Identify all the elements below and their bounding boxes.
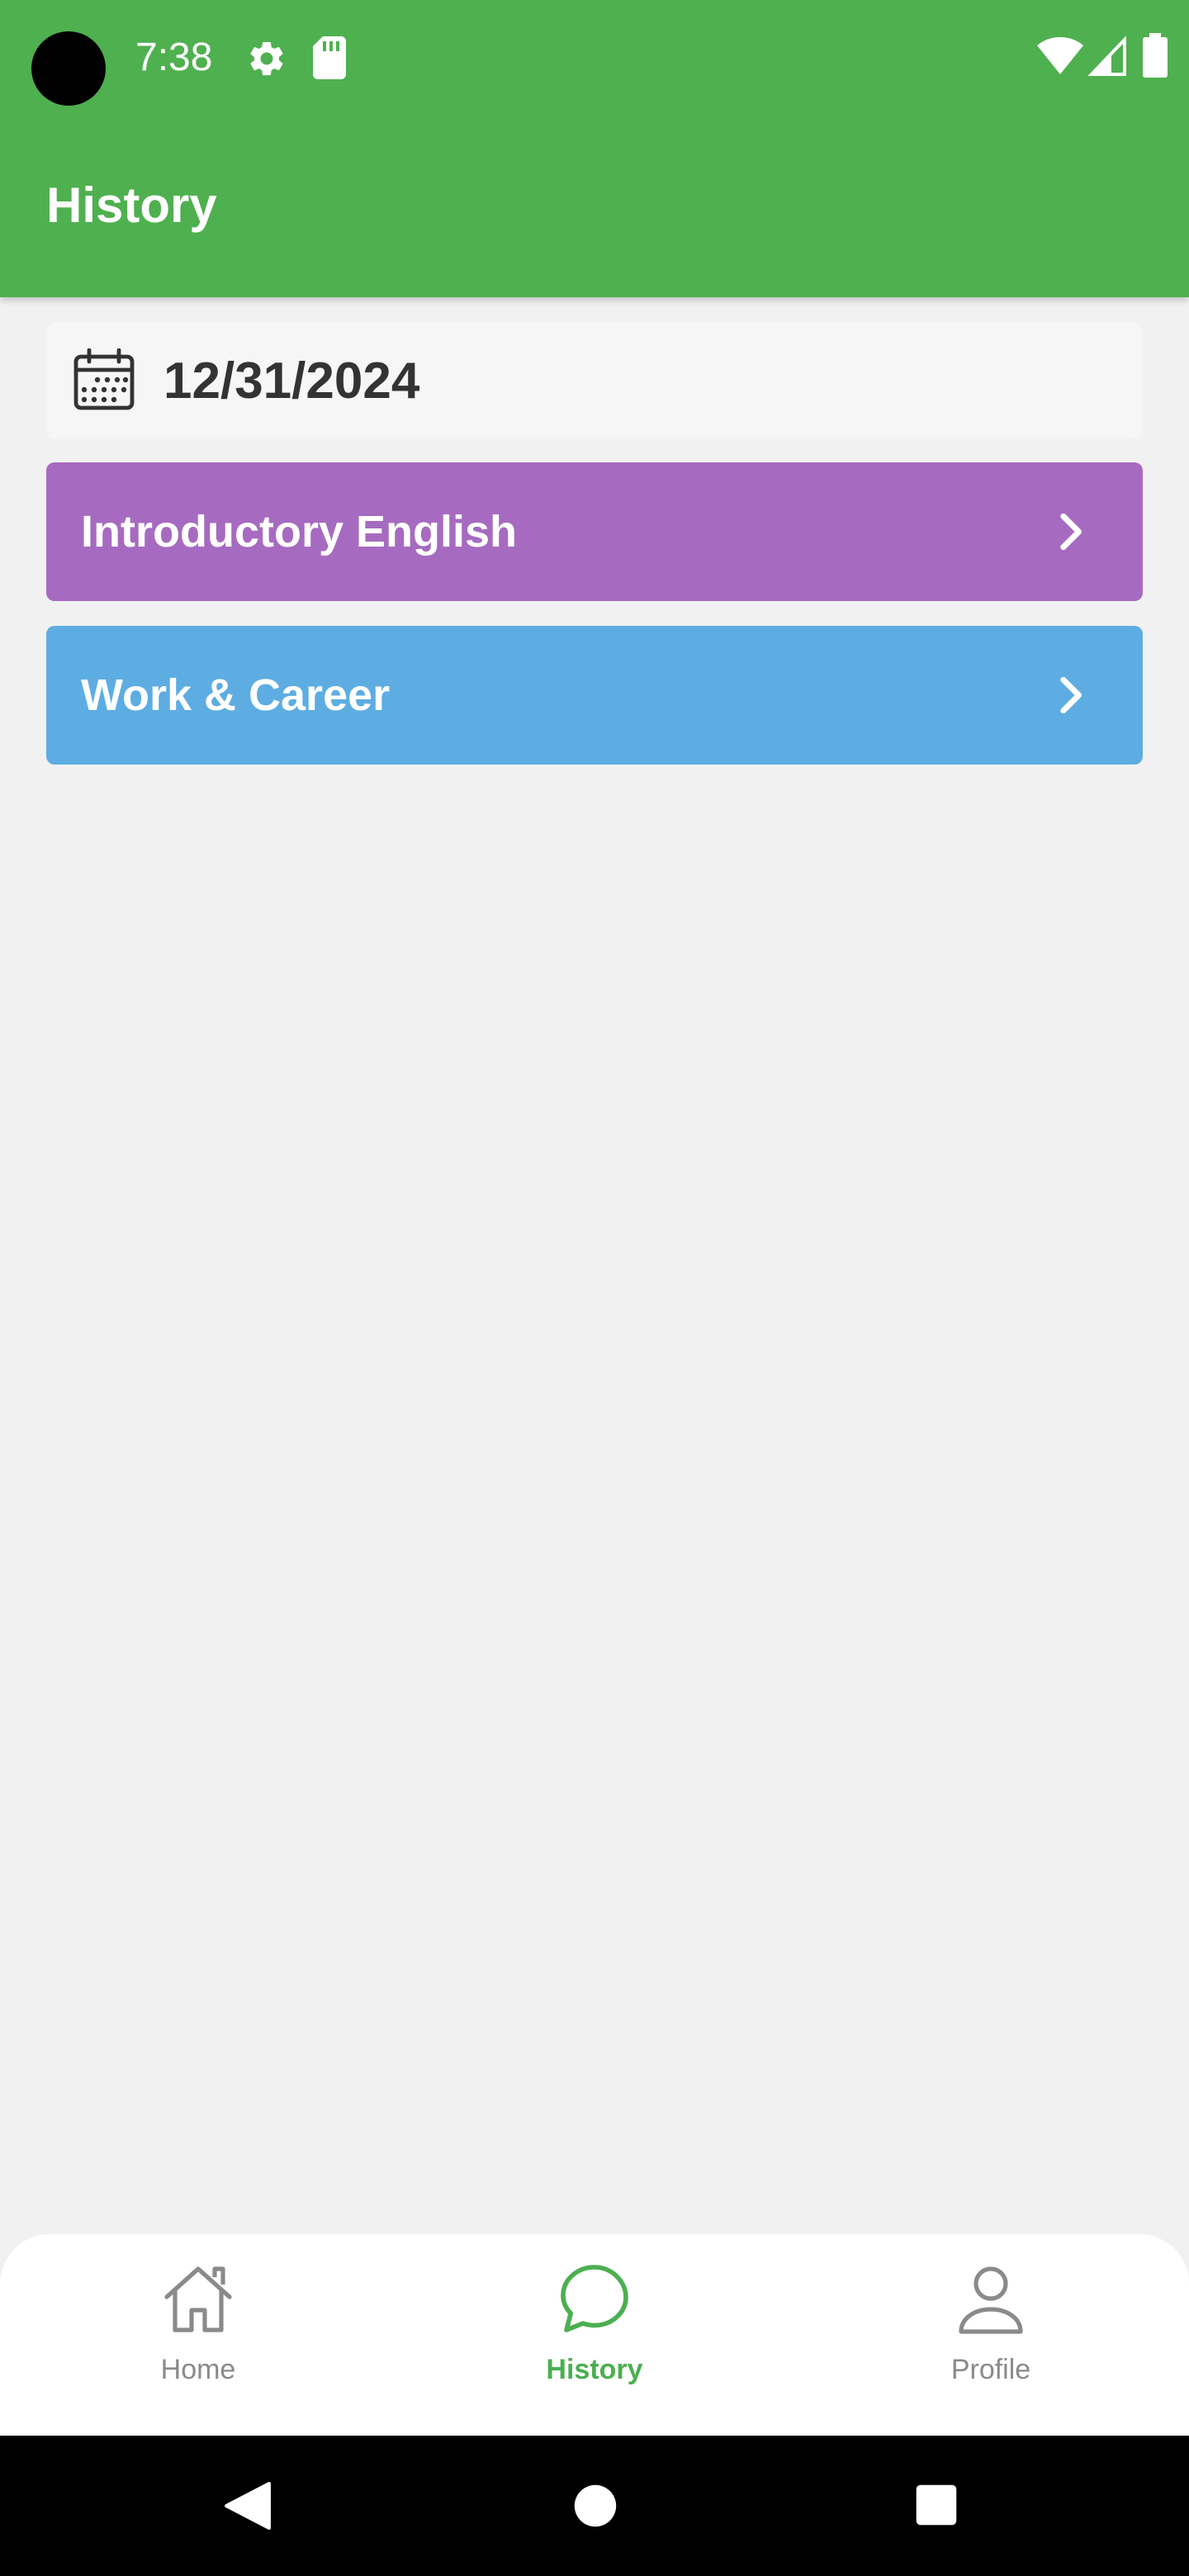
bottom-navigation: Home History Profile: [0, 2234, 1189, 2436]
home-icon: [164, 2266, 232, 2332]
battery-icon: [1143, 33, 1168, 78]
cell-signal-icon: [1088, 36, 1126, 76]
nav-label-profile: Profile: [950, 2354, 1031, 2385]
sd-card-icon: [313, 36, 346, 79]
nav-item-history[interactable]: History: [471, 2252, 718, 2417]
status-time: 7:38: [135, 36, 213, 79]
nav-item-profile[interactable]: Profile: [867, 2252, 1115, 2417]
camera-cutout: [31, 31, 106, 106]
history-screen: 7:38 History 12/31/2024 Introductory Eng…: [0, 0, 1189, 2576]
status-bar: 7:38: [0, 0, 1189, 116]
nav-label-history: History: [546, 2354, 643, 2385]
chevron-right-icon: [1060, 676, 1082, 714]
history-date: 12/31/2024: [163, 353, 420, 410]
topic-row-introductory-english[interactable]: Introductory English: [46, 462, 1143, 601]
chat-bubble-icon: [561, 2265, 628, 2332]
topic-row-work-career[interactable]: Work & Career: [46, 626, 1143, 765]
nav-label-home: Home: [160, 2354, 236, 2385]
recents-icon[interactable]: [915, 2484, 958, 2526]
nav-item-home[interactable]: Home: [74, 2252, 322, 2417]
person-icon: [959, 2266, 1023, 2334]
topic-label: Introductory English: [81, 507, 518, 556]
calendar-icon: [73, 348, 135, 410]
back-icon[interactable]: [221, 2480, 272, 2531]
home-circle-icon[interactable]: [573, 2484, 618, 2528]
settings-icon: [250, 41, 283, 76]
system-navigation-bar: [0, 2436, 1189, 2576]
page-title: History: [46, 178, 217, 233]
app-header: 7:38 History: [0, 0, 1189, 297]
wifi-icon: [1037, 37, 1083, 74]
chevron-right-icon: [1060, 513, 1082, 551]
topic-label: Work & Career: [81, 670, 391, 720]
date-card: 12/31/2024: [46, 322, 1143, 439]
